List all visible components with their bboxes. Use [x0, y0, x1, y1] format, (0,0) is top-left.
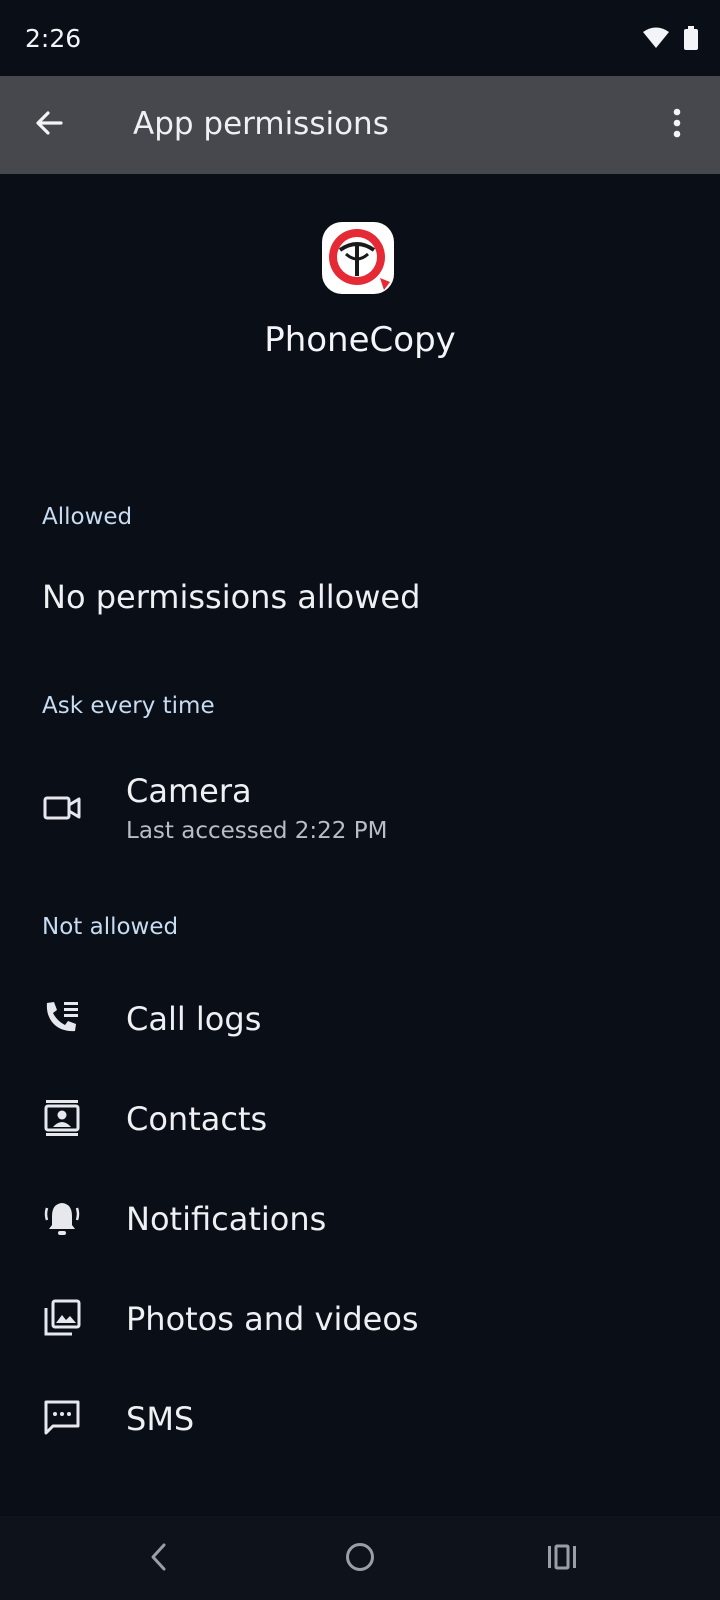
page-title: App permissions — [133, 106, 389, 142]
permission-subtitle: Last accessed 2:22 PM — [126, 818, 388, 844]
photos-icon — [42, 1298, 82, 1338]
navigation-bar — [0, 1516, 720, 1600]
more-options-button[interactable] — [650, 98, 704, 152]
nav-home-button[interactable] — [335, 1534, 385, 1584]
app-header: PhoneCopy — [0, 220, 720, 360]
phonecopy-logo-icon — [320, 220, 400, 300]
permission-item-contacts[interactable]: Contacts — [0, 1070, 720, 1170]
call-log-icon — [42, 998, 82, 1038]
permission-label: SMS — [126, 1400, 195, 1438]
app-name: PhoneCopy — [264, 320, 456, 360]
sms-icon — [42, 1398, 82, 1438]
section-title-not-allowed: Not allowed — [42, 914, 179, 940]
permission-label: Photos and videos — [126, 1300, 419, 1338]
status-bar: 2:26 — [0, 0, 720, 76]
no-permissions-text: No permissions allowed — [42, 578, 421, 616]
permission-item-call-logs[interactable]: Call logs — [0, 970, 720, 1070]
battery-icon — [684, 26, 698, 54]
status-time: 2:26 — [25, 24, 82, 53]
permission-item-notifications[interactable]: Notifications — [0, 1170, 720, 1270]
section-title-ask-every-time: Ask every time — [42, 693, 215, 719]
permission-item-photos-and-videos[interactable]: Photos and videos — [0, 1270, 720, 1370]
nav-back-button[interactable] — [133, 1534, 183, 1584]
nav-recents-button[interactable] — [537, 1534, 587, 1584]
section-title-allowed: Allowed — [42, 504, 133, 530]
arrow-back-icon — [34, 108, 64, 142]
permission-label: Call logs — [126, 1000, 262, 1038]
permission-label: Camera — [126, 772, 252, 810]
recents-nav-icon — [546, 1543, 578, 1575]
wifi-icon — [642, 27, 670, 53]
permission-item-camera[interactable]: Camera Last accessed 2:22 PM — [0, 750, 720, 860]
notifications-icon — [42, 1198, 82, 1238]
permission-item-sms[interactable]: SMS — [0, 1370, 720, 1470]
back-nav-icon — [148, 1542, 168, 1576]
home-nav-icon — [344, 1541, 376, 1577]
permission-label: Contacts — [126, 1100, 268, 1138]
more-vert-icon — [672, 108, 682, 142]
camera-icon — [42, 788, 82, 828]
contacts-icon — [42, 1098, 82, 1138]
status-icons — [642, 26, 698, 54]
app-bar: App permissions — [0, 76, 720, 174]
back-button[interactable] — [22, 98, 76, 152]
permission-label: Notifications — [126, 1200, 327, 1238]
